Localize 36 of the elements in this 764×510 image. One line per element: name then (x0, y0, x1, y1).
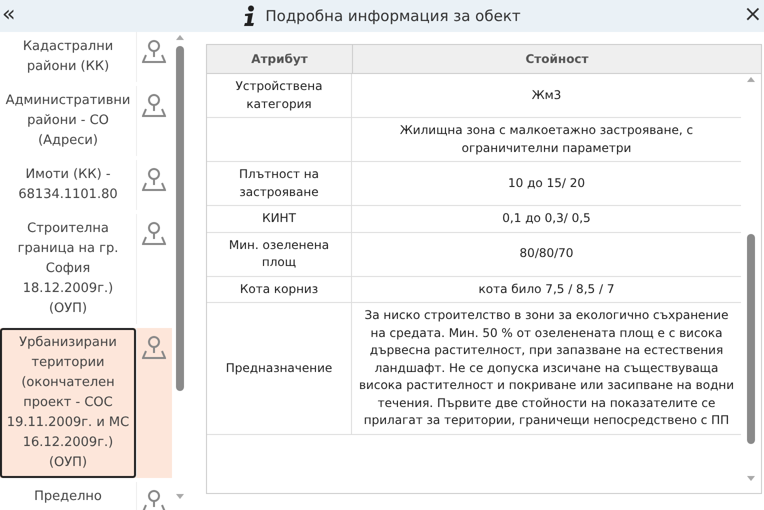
table-cell-text: 80/80/70 (518, 245, 574, 262)
layer-item[interactable]: Кадастрални райони (КК) (0, 32, 172, 82)
table-cell: Кота корниз (207, 276, 352, 302)
layer-item[interactable]: Административни райони - СО (Адреси) (0, 86, 172, 156)
table-cell: Мин. озеленена площ (207, 232, 352, 276)
layer-label: Пределно (33, 488, 103, 506)
table-cell: Устройствена категория (207, 74, 352, 117)
layer-label: Административни райони - СО (Адреси) (4, 92, 132, 150)
layer-label: Имоти (КК) - 68134.1101.80 (17, 166, 119, 204)
column-header: Атрибут (207, 45, 353, 73)
layer-item[interactable]: Урбанизирани територии (окончателен проект - СОС 19.11.2009г. и МС 16.12.2009г.) (ОУП) (0, 328, 172, 478)
table-cell-text: 0,1 до 0,3/ 0,5 (501, 210, 592, 227)
table-cell: Плътност на застрояване (207, 162, 352, 205)
close-button[interactable]: × (742, 2, 764, 28)
table-cell-text: 10 до 15/ 20 (507, 174, 586, 192)
layer-label: Кадастрални райони (КК) (22, 38, 114, 76)
map-pin-icon[interactable] (142, 166, 166, 192)
layer-label: Урбанизирани територии (окончателен проект - СОС 19.11.2009г. и МС 16.12.2009г.) (ОУП) (0, 328, 136, 478)
panel-title: Подробна информация за обект (265, 7, 521, 25)
table-cell-text: Жм3 (530, 86, 562, 104)
collapse-button[interactable]: « (0, 2, 18, 28)
layer-item[interactable]: Пределно (0, 482, 172, 510)
table-cell-text: кота било 7,5 / 8,5 / 7 (478, 280, 616, 298)
column-header: Стойност (524, 51, 590, 68)
table-cell-text: За ниско строителство в зони за екологично съхранение на средата. Мин. 50 % от озеленената площ е с висока дървесна растителност, при запазване на естествения ландшафт. Не се допуска изсичане на съществуваща висока растителност и покриване или засипване на водни течения. Първите две стойности на показателите се прилагат за територии, граничещи непосредствено с ПП (358, 307, 736, 429)
table-cell-text: Жилищна зона с малкоетажно застрояване, с ограничителни параметри (398, 122, 694, 156)
map-pin-icon[interactable] (142, 220, 166, 246)
map-pin-icon[interactable] (142, 38, 166, 64)
layer-item[interactable]: Строителна граница на гр. София 18.12.2009г.) (ОУП) (0, 214, 172, 324)
table-cell: КИНТ (207, 206, 352, 232)
table-cell: Предназначение (207, 303, 352, 434)
map-pin-icon[interactable] (142, 334, 166, 360)
map-pin-icon[interactable] (142, 488, 166, 510)
layer-label: Строителна граница на гр. София 18.12.2009г.) (ОУП) (16, 220, 120, 318)
layer-item[interactable]: Имоти (КК) - 68134.1101.80 (0, 160, 172, 210)
map-pin-icon[interactable] (142, 92, 166, 118)
